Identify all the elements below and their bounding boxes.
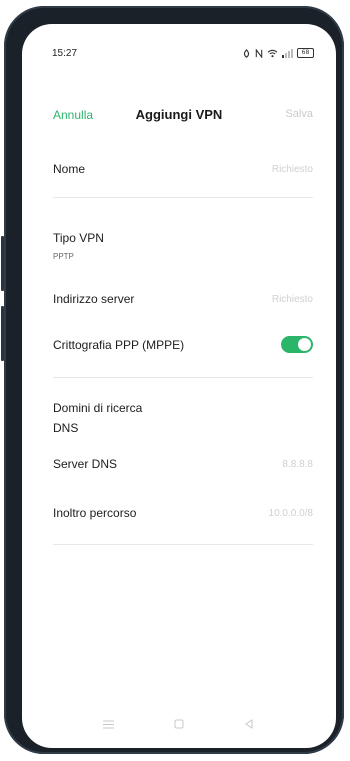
- volume-button: [1, 236, 4, 291]
- menu-icon[interactable]: [98, 714, 118, 734]
- status-time: 15:27: [52, 48, 78, 59]
- navigation-bar: [22, 714, 336, 734]
- wifi-icon: [267, 49, 278, 57]
- header: Annulla Aggiungi VPN Salva: [22, 107, 336, 126]
- toggle-knob: [298, 338, 311, 351]
- server-address-input[interactable]: Richiesto: [272, 294, 313, 305]
- name-label: Nome: [53, 162, 86, 176]
- do-not-disturb-icon: [243, 48, 250, 58]
- dns-search-domains-label-line1: Domini di ricerca: [53, 401, 143, 415]
- divider: [53, 197, 313, 198]
- volume-button-lower: [1, 306, 4, 361]
- battery-icon: 68: [297, 48, 314, 58]
- status-bar: 15:27 68: [22, 48, 336, 64]
- vpn-type-label: Tipo VPN: [53, 231, 104, 245]
- home-icon[interactable]: [169, 714, 189, 734]
- name-input[interactable]: Richiesto: [272, 164, 313, 175]
- phone-frame: 15:27 68 Annulla Aggiungi VPN Salva Nome…: [1, 6, 344, 754]
- forwarding-routes-input[interactable]: 10.0.0.0/8: [269, 508, 313, 519]
- divider: [53, 544, 313, 545]
- nfc-icon: [255, 48, 263, 58]
- divider: [53, 377, 313, 378]
- dns-search-domains-label-line2: DNS: [53, 421, 79, 435]
- signal-icon: [282, 48, 293, 58]
- encryption-label: Crittografia PPP (MPPE): [53, 338, 185, 352]
- save-button[interactable]: Salva: [285, 108, 313, 120]
- status-icons: 68: [242, 48, 314, 58]
- server-address-label: Indirizzo server: [53, 292, 135, 306]
- back-icon[interactable]: [239, 714, 259, 734]
- encryption-toggle[interactable]: [281, 336, 313, 353]
- vpn-type-value: PPTP: [53, 252, 74, 261]
- screen: 15:27 68 Annulla Aggiungi VPN Salva Nome…: [22, 24, 336, 748]
- dns-servers-label: Server DNS: [53, 457, 118, 471]
- dns-servers-input[interactable]: 8.8.8.8: [282, 459, 313, 470]
- forwarding-routes-label: Inoltro percorso: [53, 506, 137, 520]
